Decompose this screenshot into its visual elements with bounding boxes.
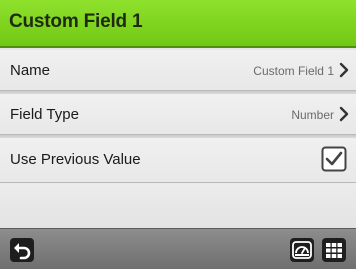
- field-type-label: Field Type: [10, 106, 79, 123]
- chevron-right-icon: [339, 62, 349, 78]
- footer-toolbar: [0, 228, 356, 269]
- field-type-value: Number: [291, 108, 334, 122]
- gauge-icon: [292, 241, 312, 259]
- checkbox-checked-icon[interactable]: [321, 146, 347, 172]
- page-title: Custom Field 1: [9, 11, 143, 32]
- title-bar: Custom Field 1: [0, 0, 356, 48]
- name-value: Custom Field 1: [253, 64, 334, 78]
- name-row[interactable]: Name Custom Field 1: [0, 50, 356, 91]
- back-arrow-icon: [14, 243, 31, 260]
- chevron-right-icon: [339, 106, 349, 122]
- use-previous-value-row[interactable]: Use Previous Value: [0, 138, 356, 183]
- back-button[interactable]: [10, 238, 34, 262]
- screen: Custom Field 1 Name Custom Field 1 Field…: [0, 0, 356, 269]
- grid-button[interactable]: [322, 238, 346, 262]
- name-label: Name: [10, 62, 51, 79]
- empty-row: [0, 183, 356, 228]
- use-previous-value-label: Use Previous Value: [10, 151, 141, 168]
- grid-icon: [326, 243, 342, 258]
- field-type-row[interactable]: Field Type Number: [0, 94, 356, 135]
- gauge-button[interactable]: [290, 238, 314, 262]
